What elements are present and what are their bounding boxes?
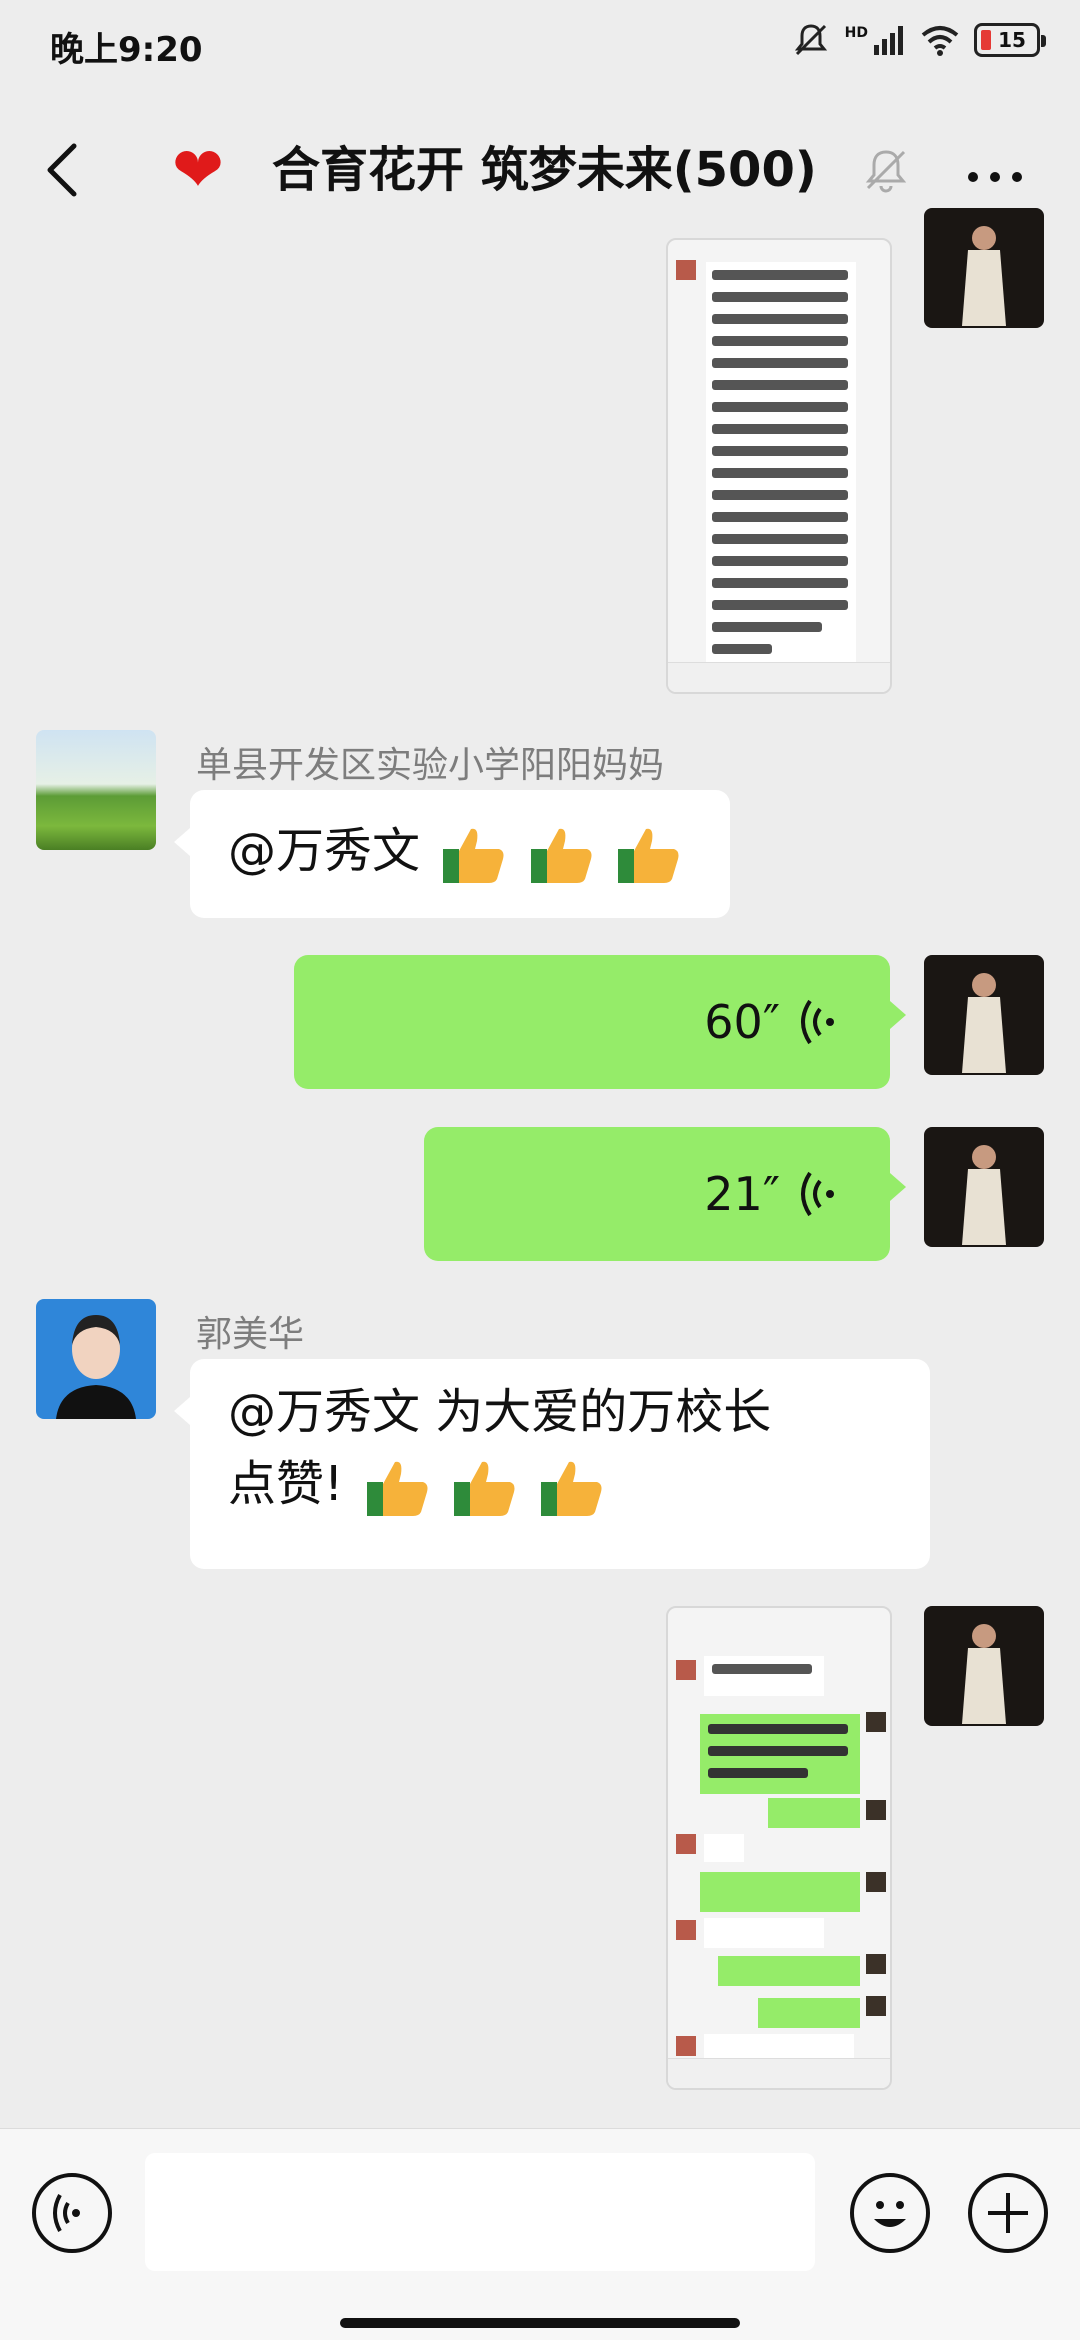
input-bar bbox=[0, 2128, 1080, 2340]
voice-duration: 60″ bbox=[704, 995, 780, 1049]
mute-bell-icon bbox=[865, 150, 907, 193]
sender-avatar[interactable] bbox=[36, 1299, 156, 1419]
home-indicator[interactable] bbox=[340, 2318, 740, 2328]
sender-name: 单县开发区实验小学阳阳妈妈 bbox=[196, 745, 665, 786]
message-input[interactable] bbox=[145, 2153, 815, 2271]
battery-indicator: 15 bbox=[974, 23, 1046, 57]
plus-icon[interactable] bbox=[968, 2173, 1048, 2253]
voice-duration: 21″ bbox=[704, 1167, 780, 1221]
thumbs-up-icon bbox=[530, 828, 592, 883]
status-icons: HD 15 bbox=[791, 20, 1046, 60]
thumbs-up-icon bbox=[366, 1461, 428, 1516]
thumbs-up-icon bbox=[453, 1461, 515, 1516]
sender-avatar[interactable] bbox=[36, 730, 156, 850]
my-avatar[interactable] bbox=[924, 955, 1044, 1075]
chat-header: ❤ 合育花开 筑梦未来(500) bbox=[0, 100, 1080, 240]
thumbs-up-icon bbox=[541, 1461, 602, 1516]
status-time: 晚上9:20 bbox=[50, 30, 203, 70]
sender-name: 郭美华 bbox=[196, 1314, 305, 1355]
voice-wave-icon bbox=[801, 1171, 834, 1217]
hd-label: HD bbox=[844, 25, 868, 41]
emoji-icon[interactable] bbox=[850, 2173, 930, 2253]
message-line: @万秀文 为大爱的万校长 bbox=[228, 1384, 772, 1440]
message-line: 点赞! bbox=[228, 1456, 344, 1512]
chat-title[interactable]: 合育花开 筑梦未来(500) bbox=[272, 138, 817, 202]
text-message[interactable]: @万秀文 bbox=[174, 790, 730, 918]
voice-message[interactable]: 60″ bbox=[294, 955, 906, 1089]
signal-icon bbox=[874, 26, 903, 55]
wifi-icon bbox=[921, 26, 959, 56]
mute-icon bbox=[794, 24, 827, 56]
heart-icon: ❤ bbox=[172, 133, 224, 206]
image-message[interactable] bbox=[666, 1606, 892, 2090]
mention[interactable]: @万秀文 bbox=[228, 823, 420, 879]
voice-mode-icon[interactable] bbox=[32, 2173, 112, 2253]
my-avatar[interactable] bbox=[924, 1127, 1044, 1247]
status-bar: 晚上9:20 HD 15 bbox=[0, 0, 1080, 90]
text-message[interactable]: @万秀文 为大爱的万校长 点赞! bbox=[174, 1359, 930, 1569]
thumbs-up-icon bbox=[617, 828, 679, 883]
voice-message[interactable]: 21″ bbox=[424, 1127, 906, 1261]
image-message[interactable] bbox=[666, 238, 892, 694]
my-avatar[interactable] bbox=[924, 208, 1044, 328]
thumbs-up-icon bbox=[443, 828, 504, 883]
my-avatar[interactable] bbox=[924, 1606, 1044, 1726]
more-icon[interactable] bbox=[965, 150, 1025, 190]
voice-wave-icon bbox=[801, 999, 834, 1045]
back-arrow-icon[interactable] bbox=[38, 138, 90, 202]
